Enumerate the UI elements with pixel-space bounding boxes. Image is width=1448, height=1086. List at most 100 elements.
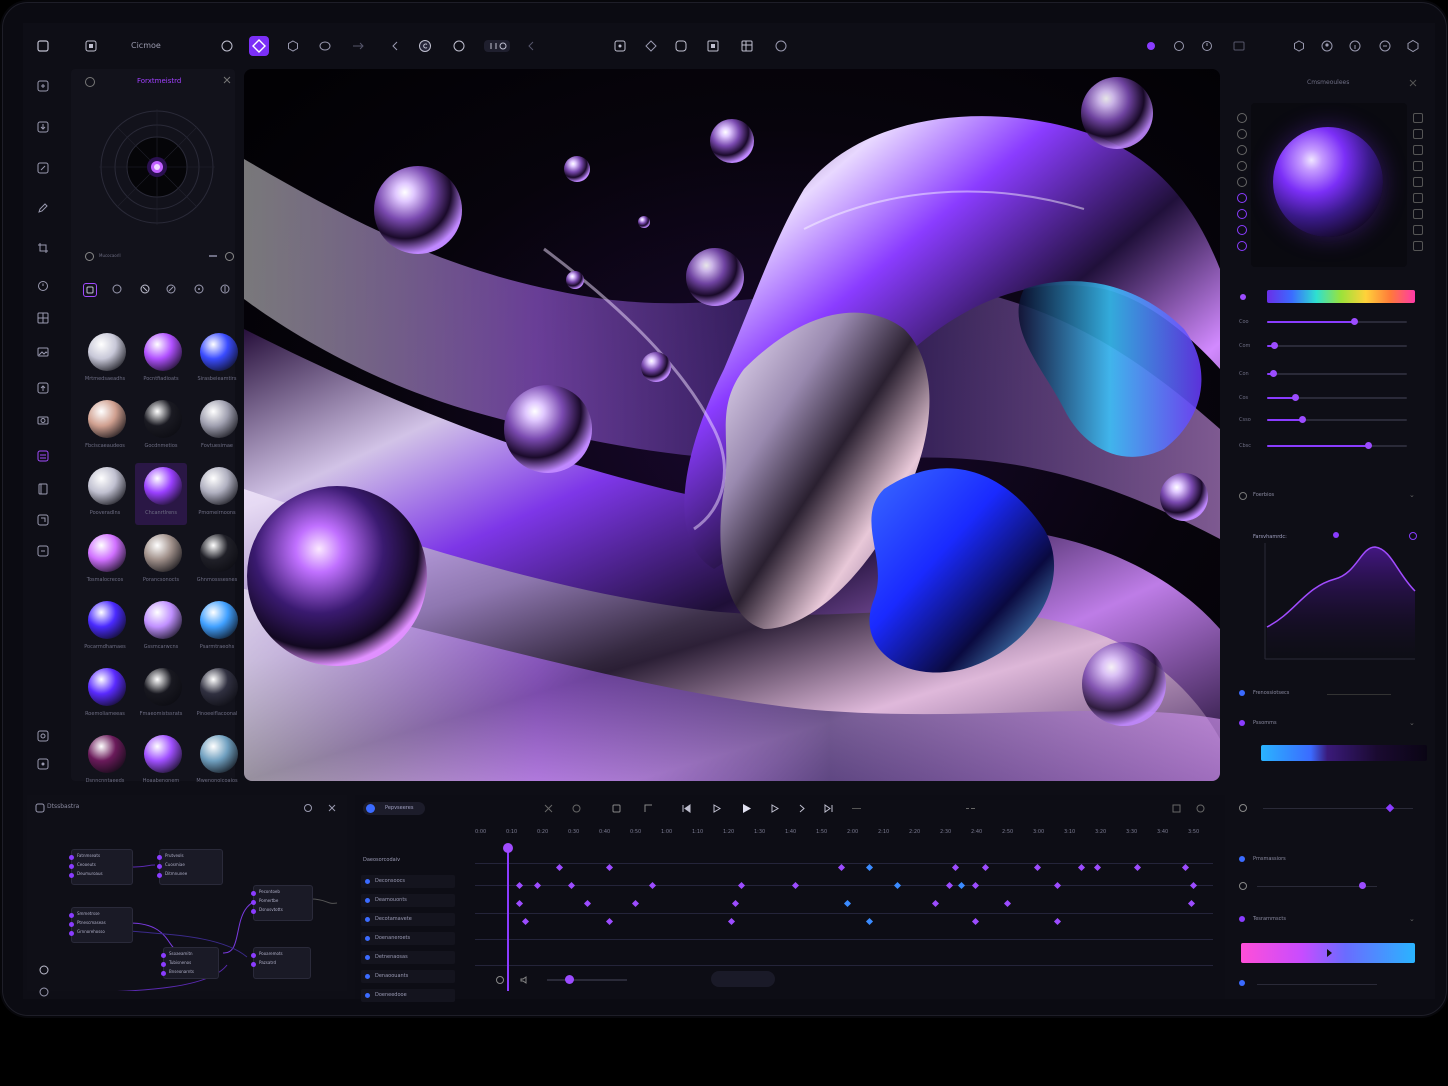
node-settings-icon[interactable] — [39, 987, 49, 997]
material-swatch[interactable]: Dsnncnntaeeds — [79, 731, 131, 793]
node-socket[interactable] — [69, 864, 74, 869]
preview-action-icon[interactable] — [1413, 113, 1423, 123]
notifications-icon[interactable] — [1377, 38, 1393, 54]
preview-option-icon[interactable] — [1237, 177, 1247, 187]
step-back-icon[interactable] — [711, 803, 722, 814]
material-swatch[interactable]: Chcanrtlrens — [135, 463, 187, 525]
playhead[interactable] — [507, 849, 509, 991]
keyframe[interactable] — [1077, 863, 1086, 872]
edit-icon[interactable] — [36, 201, 50, 215]
comment-icon[interactable] — [773, 38, 789, 54]
material-swatch[interactable]: Ghnmosssesnes — [191, 530, 243, 592]
diamond-icon[interactable] — [643, 38, 659, 54]
step-forward-icon[interactable] — [769, 803, 780, 814]
keyframe[interactable] — [957, 881, 966, 890]
node-socket[interactable] — [157, 873, 162, 878]
crop-icon[interactable] — [36, 241, 50, 255]
keyframe[interactable] — [865, 863, 874, 872]
tab-liquid-icon[interactable] — [165, 283, 177, 295]
track-item[interactable]: Deconsoocs — [361, 875, 455, 888]
keyframe[interactable] — [567, 881, 576, 890]
preview-option-icon[interactable] — [1237, 241, 1247, 251]
import-icon[interactable] — [36, 120, 50, 134]
track-item[interactable]: Decotamavete — [361, 913, 455, 926]
collapse-icon[interactable] — [1409, 79, 1417, 87]
preview-option-icon[interactable] — [1237, 145, 1247, 155]
keyframe[interactable] — [865, 917, 874, 926]
keyframe[interactable] — [605, 863, 614, 872]
camera-icon[interactable] — [36, 413, 50, 427]
copyright-icon[interactable] — [417, 38, 433, 54]
preset-chip[interactable]: Pepvseeres — [363, 802, 425, 815]
contrast-row[interactable] — [1237, 877, 1421, 897]
add-layer-icon[interactable] — [36, 79, 50, 93]
property-slider[interactable] — [1267, 369, 1417, 379]
material-swatch[interactable]: Porancsonocts — [135, 530, 187, 592]
keyframe[interactable] — [1189, 881, 1198, 890]
keyframe[interactable] — [1053, 917, 1062, 926]
skip-back-icon[interactable] — [681, 803, 692, 814]
keyframe[interactable] — [1093, 863, 1102, 872]
panel-toggle-icon[interactable] — [85, 77, 95, 87]
keyframe[interactable] — [1187, 899, 1196, 908]
mask-icon[interactable] — [36, 513, 50, 527]
back-icon[interactable] — [523, 38, 539, 54]
preview-option-icon[interactable] — [1237, 225, 1247, 235]
node-socket[interactable] — [157, 855, 162, 860]
play-icon[interactable] — [741, 803, 752, 814]
add-node-icon[interactable] — [39, 965, 49, 975]
app-menu-icon[interactable] — [83, 38, 99, 54]
transform-icon[interactable] — [36, 161, 50, 175]
window-icon[interactable] — [1231, 38, 1247, 54]
playback-mode-toggle[interactable] — [711, 971, 775, 987]
node-socket[interactable] — [69, 931, 74, 936]
range-icon[interactable] — [851, 803, 862, 814]
property-slider[interactable] — [1267, 341, 1417, 351]
zoom-slider[interactable] — [547, 979, 627, 981]
shader-node[interactable]: Ssoaeamitn Tubisnenos Bnseonarnts — [161, 947, 219, 979]
shader-node[interactable]: Pooaremots Pazsatrd — [251, 947, 311, 979]
node-socket[interactable] — [161, 962, 166, 967]
render-viewport[interactable] — [244, 69, 1220, 781]
node-socket[interactable] — [69, 913, 74, 918]
node-socket[interactable] — [69, 922, 74, 927]
light-direction-gizmo[interactable] — [99, 109, 215, 225]
preview-option-icon[interactable] — [1237, 193, 1247, 203]
node-socket[interactable] — [69, 873, 74, 878]
gradient-ramp[interactable] — [1261, 745, 1427, 761]
preview-action-icon[interactable] — [1413, 209, 1423, 219]
property-slider[interactable] — [1267, 415, 1417, 425]
keyframe[interactable] — [737, 881, 746, 890]
record-icon[interactable] — [1143, 38, 1159, 54]
grid-icon[interactable] — [36, 311, 50, 325]
node-socket[interactable] — [157, 864, 162, 869]
keyframe[interactable] — [583, 899, 592, 908]
curve-reset-icon[interactable] — [1409, 532, 1417, 540]
zoom-slider-knob[interactable] — [565, 975, 574, 984]
arrow-tool-icon[interactable] — [350, 38, 366, 54]
node-socket[interactable] — [69, 855, 74, 860]
tab-fabric-icon[interactable] — [193, 283, 205, 295]
track-item[interactable]: Deamouonts — [361, 894, 455, 907]
material-swatch[interactable]: Fmaeomistssrats — [135, 664, 187, 726]
material-swatch[interactable]: Mrtmedsaeadhs — [79, 329, 131, 391]
shape-tool-icon[interactable] — [249, 36, 269, 56]
timeline-settings-icon[interactable] — [1195, 803, 1206, 814]
node-socket[interactable] — [251, 953, 256, 958]
shader-node[interactable]: Smmetrsse Ptnescmaseas Grnnorehosso — [69, 907, 133, 943]
tab-all-icon[interactable] — [83, 283, 97, 297]
keyframe[interactable] — [631, 899, 640, 908]
node-socket[interactable] — [251, 891, 256, 896]
keyframe[interactable] — [521, 917, 530, 926]
preview-option-icon[interactable] — [1237, 113, 1247, 123]
material-swatch[interactable]: Pocarmdhamaes — [79, 597, 131, 659]
keyframe[interactable] — [1133, 863, 1142, 872]
section-header[interactable]: Foerbios ⌄ — [1237, 487, 1421, 507]
export-icon[interactable] — [36, 381, 50, 395]
keyframe[interactable] — [1053, 881, 1062, 890]
document-title[interactable]: Cicmoe — [131, 41, 161, 50]
circle-tool-icon[interactable] — [451, 38, 467, 54]
keyframe[interactable] — [727, 917, 736, 926]
loop-icon[interactable] — [571, 803, 582, 814]
track-item[interactable]: Denaoouants — [361, 970, 455, 983]
